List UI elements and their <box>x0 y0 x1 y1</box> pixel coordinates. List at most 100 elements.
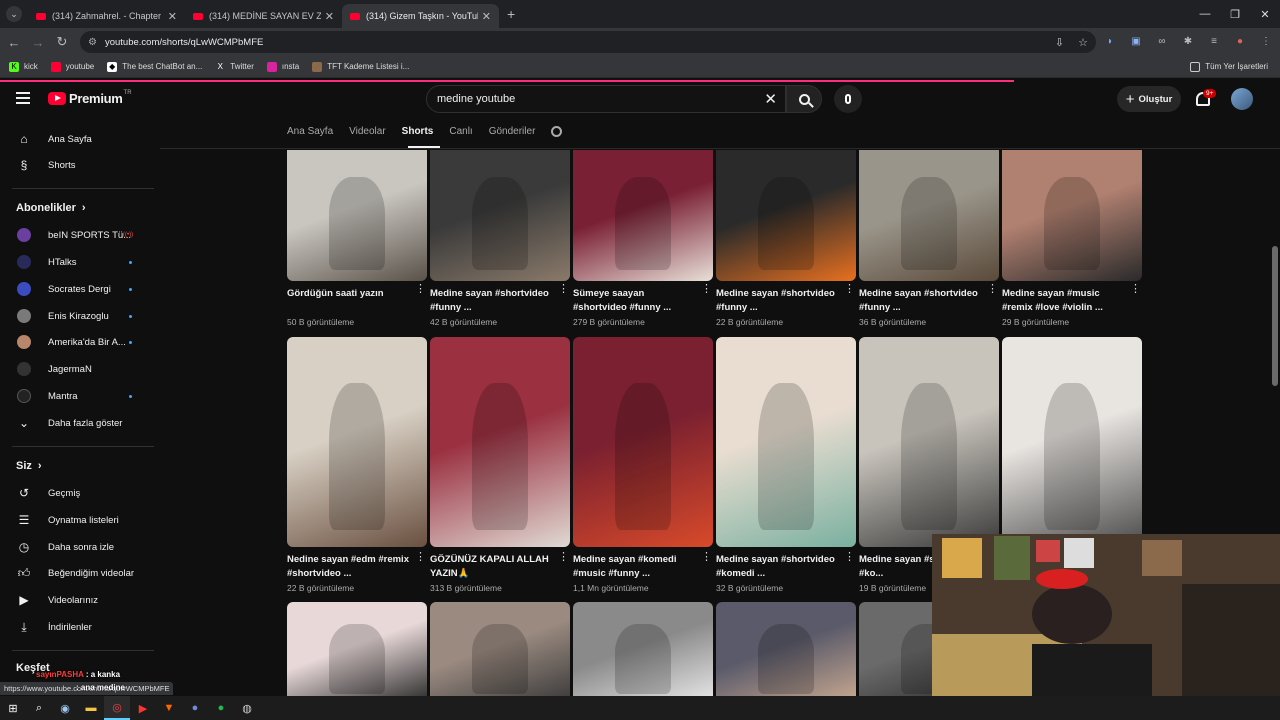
tab-home[interactable]: Ana Sayfa <box>287 126 333 137</box>
short-title[interactable]: Medine sayan #komedi #music #funny ... <box>573 553 713 580</box>
short-thumbnail[interactable] <box>859 150 999 281</box>
voice-search-button[interactable] <box>834 85 862 113</box>
browser-tab-active[interactable]: (314) Gizem Taşkın - YouTube ✕ <box>342 4 499 28</box>
short-card[interactable]: Nedine sayan #edm #remix #shortvideo ...… <box>287 337 427 593</box>
start-icon[interactable]: ⊞ <box>0 696 26 720</box>
channel-search-icon[interactable] <box>551 126 563 137</box>
extension-icon[interactable]: ◗ <box>1102 33 1118 49</box>
reading-list-icon[interactable]: ≡ <box>1206 33 1222 49</box>
discord-icon[interactable]: ● <box>182 696 208 720</box>
bookmark-chatbot[interactable]: ◆ The best ChatBot an... <box>107 61 202 72</box>
search-input[interactable]: medine youtube ✕ <box>426 85 786 113</box>
minimize-icon[interactable]: — <box>1190 0 1220 28</box>
short-thumbnail[interactable] <box>573 337 713 547</box>
short-title[interactable]: Medine sayan #shortvideo #funny ... <box>859 287 999 314</box>
browser-menu-icon[interactable]: ⋮ <box>1258 33 1274 49</box>
sidebar-item-playlists[interactable]: ☰ Oynatma listeleri <box>0 507 155 533</box>
menu-icon[interactable] <box>16 92 30 104</box>
sidebar-channel[interactable]: beIN SPORTS Tü... ((•)) <box>0 222 155 248</box>
short-title[interactable]: Medine sayan #music #remix #love #violin… <box>1002 287 1142 314</box>
extension-icon[interactable]: ▣ <box>1128 33 1144 49</box>
extension-icon[interactable]: ∞ <box>1154 33 1170 49</box>
short-card[interactable]: Sümeye saayan #shortvideo #funny ... 279 … <box>573 150 713 327</box>
more-actions-icon[interactable]: ⋮ <box>987 284 998 295</box>
subscriptions-heading[interactable]: Abonelikler › <box>16 202 86 214</box>
short-card[interactable] <box>573 602 713 696</box>
short-thumbnail[interactable] <box>1002 337 1142 547</box>
short-card[interactable]: GÖZÜNÜZ KAPALI ALLAH YAZIN🙏 313 B görüntü… <box>430 337 570 593</box>
short-card[interactable] <box>430 602 570 696</box>
tab-live[interactable]: Canlı <box>449 126 472 137</box>
more-actions-icon[interactable]: ⋮ <box>415 552 426 563</box>
sidebar-channel[interactable]: Enis Kirazoglu <box>0 303 155 329</box>
more-actions-icon[interactable]: ⋮ <box>415 284 426 295</box>
short-title[interactable]: Gördüğün saati yazın <box>287 287 427 314</box>
install-icon[interactable]: ⇩ <box>1055 36 1064 49</box>
short-title[interactable]: Medine sayan #shortvideo #funny ... <box>430 287 570 314</box>
short-thumbnail[interactable] <box>716 337 856 547</box>
short-thumbnail[interactable] <box>1002 150 1142 281</box>
short-thumbnail[interactable] <box>430 150 570 281</box>
spotify-icon[interactable]: ● <box>208 696 234 720</box>
bookmark-tft[interactable]: TFT Kademe Listesi i... <box>312 61 409 72</box>
tab-videos[interactable]: Videolar <box>349 126 386 137</box>
page-scrollbar[interactable] <box>1272 246 1278 386</box>
more-actions-icon[interactable]: ⋮ <box>844 284 855 295</box>
chrome-icon[interactable]: ◎ <box>104 696 130 720</box>
short-card[interactable]: Medine sayan #shortvideo #funny ... 36 B … <box>859 150 999 327</box>
show-more-button[interactable]: ⌄ Daha fazla göster <box>0 410 155 436</box>
short-card[interactable] <box>1002 337 1142 547</box>
short-thumbnail[interactable] <box>430 337 570 547</box>
bookmark-kick[interactable]: Kkick <box>9 61 38 72</box>
url-field[interactable]: ⚙ youtube.com/shorts/qLwWCMPbMFE ⇩ ☆ <box>80 31 1096 53</box>
obs-icon[interactable]: ◍ <box>234 696 260 720</box>
file-explorer-icon[interactable]: ▬ <box>78 696 104 720</box>
sidebar-item-shorts[interactable]: § Shorts <box>0 152 155 178</box>
sidebar-channel[interactable]: Socrates Dergi <box>0 276 155 302</box>
short-thumbnail[interactable] <box>430 602 570 696</box>
bookmark-star-icon[interactable]: ☆ <box>1078 36 1088 49</box>
steam-icon[interactable]: ◉ <box>52 696 78 720</box>
more-actions-icon[interactable]: ⋮ <box>844 552 855 563</box>
youtube-premium-logo[interactable]: Premium TR <box>48 90 132 106</box>
profile-icon[interactable]: ● <box>1232 33 1248 49</box>
more-actions-icon[interactable]: ⋮ <box>558 552 569 563</box>
short-title[interactable]: Sümeye saayan #shortvideo #funny ... <box>573 287 713 314</box>
close-tab-icon[interactable]: ✕ <box>482 10 491 23</box>
sidebar-channel[interactable]: JagermaN <box>0 356 155 382</box>
bookmark-instagram[interactable]: ınsta <box>266 61 299 72</box>
you-heading[interactable]: Siz › <box>16 460 42 472</box>
short-card[interactable]: Medine sayan #shortvideo #funny ... 42 B … <box>430 150 570 327</box>
sidebar-channel[interactable]: Amerika'da Bir A... <box>0 329 155 355</box>
sidebar-item-home[interactable]: ⌂ Ana Sayfa <box>0 126 155 152</box>
sidebar-item-watch-later[interactable]: ◷ Daha sonra izle <box>0 534 155 560</box>
create-button[interactable]: + Oluştur <box>1117 86 1181 112</box>
extensions-puzzle-icon[interactable]: ✱ <box>1180 33 1196 49</box>
short-card[interactable]: Medine sayan #komedi #music #funny ... 1,… <box>573 337 713 593</box>
tab-search-icon[interactable]: ⌄ <box>6 6 22 22</box>
reload-icon[interactable]: ↻ <box>50 34 74 50</box>
browser-tab[interactable]: (314) MEDİNE SAYAN EV ZİYAR✕ <box>185 4 342 28</box>
site-info-icon[interactable]: ⚙ <box>88 37 97 48</box>
sidebar-channel[interactable]: Mantra <box>0 383 155 409</box>
short-thumbnail[interactable] <box>287 337 427 547</box>
more-actions-icon[interactable]: ⋮ <box>701 552 712 563</box>
sidebar-item-liked-videos[interactable]: 👍︎ Beğendiğim videolar <box>0 560 155 586</box>
short-card[interactable] <box>287 602 427 696</box>
youtube-music-icon[interactable]: ▶ <box>130 696 156 720</box>
more-actions-icon[interactable]: ⋮ <box>1130 284 1141 295</box>
short-card[interactable]: Medine sayan #shortvideo #komedi ... 32 B… <box>716 337 856 593</box>
all-bookmarks[interactable]: Tüm Yer İşaretleri <box>1190 61 1268 72</box>
sidebar-item-downloads[interactable]: ⤓ İndirilenler <box>0 614 155 640</box>
short-title[interactable]: Nedine sayan #edm #remix #shortvideo ... <box>287 553 427 580</box>
sidebar-channel[interactable]: HTalks <box>0 249 155 275</box>
close-tab-icon[interactable]: ✕ <box>325 10 334 23</box>
sidebar-item-your-videos[interactable]: ▶ Videolarınız <box>0 587 155 613</box>
new-tab-icon[interactable]: + <box>507 6 515 22</box>
search-icon[interactable]: ⌕ <box>26 696 52 720</box>
short-thumbnail[interactable] <box>287 602 427 696</box>
close-tab-icon[interactable]: ✕ <box>168 10 177 23</box>
short-title[interactable]: GÖZÜNÜZ KAPALI ALLAH YAZIN🙏 <box>430 553 570 580</box>
bookmark-youtube[interactable]: youtube <box>50 61 94 72</box>
short-thumbnail[interactable] <box>573 150 713 281</box>
